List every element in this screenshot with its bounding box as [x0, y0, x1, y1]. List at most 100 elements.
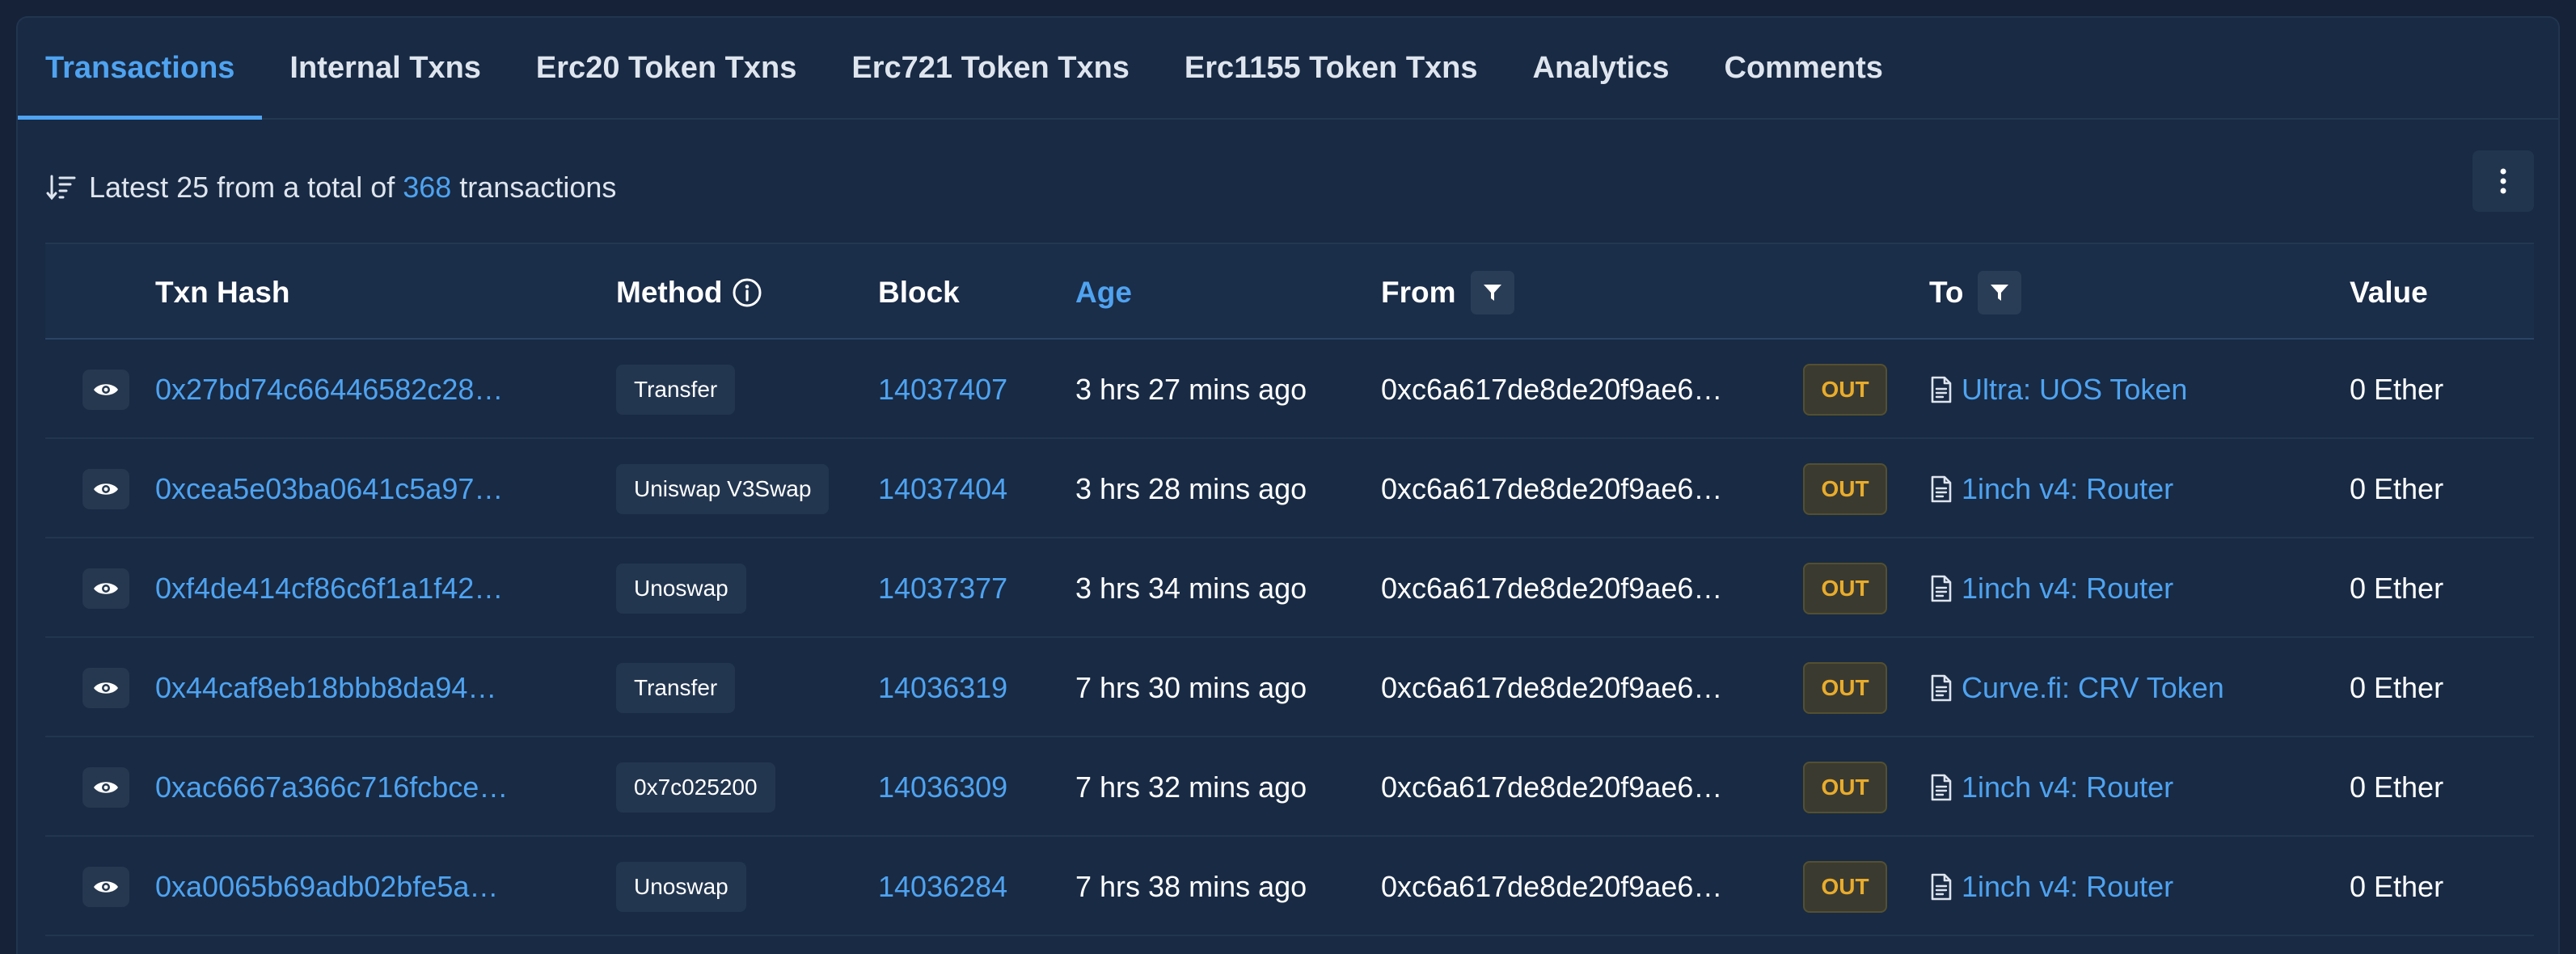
age-text: 3 hrs 28 mins ago: [1075, 471, 1307, 505]
info-icon[interactable]: [731, 276, 763, 309]
value-text: 0 Ether: [2350, 770, 2444, 804]
table-row: 0xac6667a366c716fcbce… 0x7c025200 140363…: [45, 737, 2534, 837]
tab-bar: Transactions Internal Txns Erc20 Token T…: [18, 18, 2558, 120]
to-contract-link[interactable]: Ultra: UOS Token: [1962, 373, 2187, 407]
table-body: 0x27bd74c66446582c28… Transfer 14037407 …: [45, 340, 2534, 936]
summary-suffix: transactions: [459, 171, 617, 204]
more-options-button[interactable]: [2473, 150, 2534, 212]
from-address[interactable]: 0xc6a617de8de20f9ae6…: [1381, 638, 1722, 737]
block-link[interactable]: 14037407: [878, 340, 1007, 439]
view-details-button[interactable]: [82, 468, 129, 509]
table-header: Txn Hash Method Block Age From To Value: [45, 243, 2534, 340]
header-to-label: To: [1929, 276, 1964, 309]
transactions-summary: Latest 25 from a total of 368 transactio…: [45, 155, 616, 220]
from-address[interactable]: 0xc6a617de8de20f9ae6…: [1381, 439, 1722, 538]
header-method-label: Method: [616, 276, 723, 309]
method-badge: Unoswap: [616, 861, 746, 912]
transaction-count[interactable]: 368: [403, 171, 451, 205]
view-details-button[interactable]: [82, 866, 129, 907]
method-badge: Transfer: [616, 364, 736, 415]
transactions-table: Txn Hash Method Block Age From To Value …: [45, 243, 2534, 936]
table-row: 0xa0065b69adb02bfe5a… Unoswap 14036284 7…: [45, 837, 2534, 936]
to-filter-button[interactable]: [1978, 271, 2022, 314]
table-row: 0x27bd74c66446582c28… Transfer 14037407 …: [45, 340, 2534, 439]
filter-icon: [1483, 285, 1501, 301]
eye-icon: [94, 682, 118, 694]
header-block: Block: [878, 276, 960, 309]
from-address[interactable]: 0xc6a617de8de20f9ae6…: [1381, 340, 1722, 439]
from-address[interactable]: 0xc6a617de8de20f9ae6…: [1381, 538, 1722, 638]
tab-transactions[interactable]: Transactions: [18, 18, 263, 120]
sort-descending-icon: [45, 171, 78, 204]
view-details-button[interactable]: [82, 369, 129, 410]
from-address[interactable]: 0xc6a617de8de20f9ae6…: [1381, 837, 1722, 936]
value-text: 0 Ether: [2350, 471, 2444, 505]
block-link[interactable]: 14037377: [878, 538, 1007, 638]
view-details-button[interactable]: [82, 568, 129, 609]
to-contract-link[interactable]: 1inch v4: Router: [1962, 572, 2173, 606]
block-link[interactable]: 14036319: [878, 638, 1007, 737]
view-details-button[interactable]: [82, 667, 129, 708]
to-contract-link[interactable]: 1inch v4: Router: [1962, 870, 2173, 904]
value-text: 0 Ether: [2350, 869, 2444, 903]
age-text: 3 hrs 27 mins ago: [1075, 372, 1307, 406]
txn-hash-link[interactable]: 0x44caf8eb18bbb8da94…: [155, 638, 496, 737]
header-value: Value: [2350, 276, 2428, 309]
value-text: 0 Ether: [2350, 571, 2444, 605]
header-age[interactable]: Age: [1075, 244, 1132, 341]
value-text: 0 Ether: [2350, 372, 2444, 406]
table-row: 0xcea5e03ba0641c5a97… Uniswap V3Swap 140…: [45, 439, 2534, 538]
eye-icon: [94, 880, 118, 893]
method-badge: Unoswap: [616, 563, 746, 614]
from-filter-button[interactable]: [1470, 271, 1514, 314]
eye-icon: [94, 582, 118, 594]
direction-badge: OUT: [1803, 462, 1887, 515]
eye-icon: [94, 781, 118, 793]
table-row: 0x44caf8eb18bbb8da94… Transfer 14036319 …: [45, 638, 2534, 737]
method-badge: Transfer: [616, 662, 736, 713]
header-to: To: [1929, 244, 2022, 341]
contract-file-icon: [1929, 475, 1953, 504]
txn-hash-link[interactable]: 0xac6667a366c716fcbce…: [155, 737, 508, 837]
contract-file-icon: [1929, 872, 1953, 901]
block-link[interactable]: 14036284: [878, 837, 1007, 936]
contract-file-icon: [1929, 574, 1953, 603]
txn-hash-link[interactable]: 0xcea5e03ba0641c5a97…: [155, 439, 503, 538]
eye-icon: [94, 483, 118, 495]
tab-analytics[interactable]: Analytics: [1505, 18, 1697, 118]
header-txn-hash: Txn Hash: [155, 276, 290, 309]
contract-file-icon: [1929, 375, 1953, 404]
method-badge: 0x7c025200: [616, 762, 775, 813]
block-link[interactable]: 14036309: [878, 737, 1007, 837]
tab-internal-txns[interactable]: Internal Txns: [262, 18, 509, 118]
contract-file-icon: [1929, 773, 1953, 802]
table-row: 0xf4de414cf86c6f1a1f42… Unoswap 14037377…: [45, 538, 2534, 638]
tab-erc20-token-txns[interactable]: Erc20 Token Txns: [509, 18, 824, 118]
header-from-label: From: [1381, 276, 1456, 309]
value-text: 0 Ether: [2350, 670, 2444, 704]
direction-badge: OUT: [1803, 363, 1887, 416]
to-contract-link[interactable]: 1inch v4: Router: [1962, 472, 2173, 506]
summary-prefix: Latest 25 from a total of: [89, 171, 395, 204]
block-link[interactable]: 14037404: [878, 439, 1007, 538]
from-address[interactable]: 0xc6a617de8de20f9ae6…: [1381, 737, 1722, 837]
direction-badge: OUT: [1803, 761, 1887, 813]
age-text: 7 hrs 38 mins ago: [1075, 869, 1307, 903]
to-contract-link[interactable]: 1inch v4: Router: [1962, 770, 2173, 804]
tab-erc1155-token-txns[interactable]: Erc1155 Token Txns: [1157, 18, 1505, 118]
header-method: Method: [616, 244, 763, 341]
to-contract-link[interactable]: Curve.fi: CRV Token: [1962, 671, 2224, 705]
filter-icon: [1991, 285, 2009, 301]
txn-hash-link[interactable]: 0xa0065b69adb02bfe5a…: [155, 837, 498, 936]
transactions-panel: Transactions Internal Txns Erc20 Token T…: [16, 16, 2560, 954]
header-from: From: [1381, 244, 1514, 341]
txn-hash-link[interactable]: 0x27bd74c66446582c28…: [155, 340, 503, 439]
age-text: 3 hrs 34 mins ago: [1075, 571, 1307, 605]
tab-erc721-token-txns[interactable]: Erc721 Token Txns: [824, 18, 1157, 118]
eye-icon: [94, 383, 118, 395]
age-text: 7 hrs 30 mins ago: [1075, 670, 1307, 704]
txn-hash-link[interactable]: 0xf4de414cf86c6f1a1f42…: [155, 538, 503, 638]
vertical-ellipsis-icon: [2500, 168, 2506, 194]
view-details-button[interactable]: [82, 766, 129, 808]
tab-comments[interactable]: Comments: [1697, 18, 1911, 118]
